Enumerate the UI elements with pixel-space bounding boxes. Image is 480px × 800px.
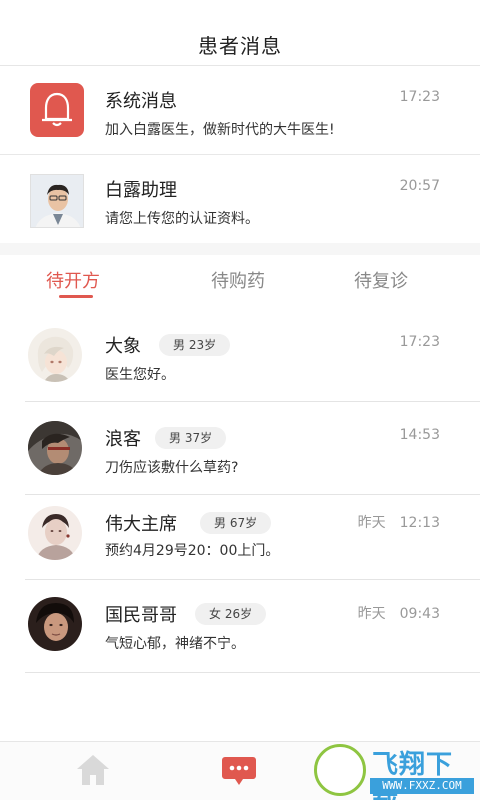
- patient-tabs: 待开方 待购药 待复诊: [0, 255, 480, 305]
- assistant-name: 白露助理: [105, 180, 177, 201]
- tab-pending-prescription[interactable]: 待开方: [46, 267, 100, 293]
- system-message-row[interactable]: 系统消息 加入白露医生，做新时代的大牛医生! 17:23: [0, 67, 480, 155]
- message-day-label: 昨天: [357, 606, 386, 622]
- patient-name: 大象: [105, 336, 141, 357]
- page-title: 患者消息: [198, 34, 282, 58]
- patient-message-preview: 医生您好。: [105, 367, 175, 383]
- watermark-logo: 飞翔下载 WWW.FXXZ.COM: [312, 742, 478, 800]
- system-message-title: 系统消息: [105, 91, 177, 112]
- patient-avatar: [28, 421, 82, 475]
- patient-message-preview: 预约4月29号20：00上门。: [105, 543, 280, 559]
- chat-bubble-icon[interactable]: [220, 754, 258, 788]
- patient-list-item[interactable]: 国民哥哥 女 26岁 昨天 09:43 气短心郁，神绪不宁。: [0, 581, 480, 673]
- bell-icon: [30, 83, 84, 137]
- patient-gender-age-badge: 男 37岁: [155, 427, 227, 449]
- patient-name: 浪客: [105, 429, 141, 450]
- message-time-value: 17:23: [399, 334, 440, 350]
- patient-list-item[interactable]: 大象 男 23岁 17:23 医生您好。: [0, 310, 480, 402]
- patient-name: 伟大主席: [105, 514, 177, 535]
- patient-gender-age-badge: 男 67岁: [200, 512, 272, 534]
- app-header: 患者消息: [0, 0, 480, 66]
- message-time-value: 14:53: [399, 427, 440, 443]
- system-message-preview: 加入白露医生，做新时代的大牛医生!: [105, 122, 335, 138]
- row-divider: [25, 579, 480, 580]
- row-divider: [25, 672, 480, 673]
- active-tab-indicator: [59, 295, 93, 298]
- patient-avatar: [28, 328, 82, 382]
- message-day-label: 昨天: [357, 515, 386, 531]
- tab-pending-followup[interactable]: 待复诊: [354, 267, 408, 293]
- tab-pending-purchase[interactable]: 待购药: [211, 267, 265, 293]
- patient-message-time: 昨天 09:43: [358, 603, 440, 623]
- patient-message-time: 17:23: [400, 334, 440, 350]
- row-divider: [25, 401, 480, 402]
- system-message-time: 17:23: [399, 89, 440, 105]
- row-divider: [25, 494, 480, 495]
- patient-message-time: 14:53: [400, 427, 440, 443]
- section-divider: [0, 243, 480, 255]
- patient-message-time: 昨天 12:13: [358, 512, 440, 532]
- assistant-avatar: [30, 174, 84, 228]
- patient-avatar: [28, 597, 82, 651]
- assistant-message-time: 20:57: [399, 178, 440, 194]
- patient-gender-age-badge: 女 26岁: [195, 603, 267, 625]
- patient-list-item[interactable]: 伟大主席 男 67岁 昨天 12:13 预约4月29号20：00上门。: [0, 496, 480, 580]
- watermark-ring-icon: [314, 744, 366, 796]
- patient-gender-age-badge: 男 23岁: [159, 334, 231, 356]
- assistant-message-row[interactable]: 白露助理 请您上传您的认证资料。 20:57: [0, 156, 480, 244]
- patient-message-preview: 刀伤应该敷什么草药?: [105, 460, 239, 476]
- assistant-message-preview: 请您上传您的认证资料。: [105, 211, 259, 227]
- message-time-value: 12:13: [399, 515, 440, 531]
- watermark-url: WWW.FXXZ.COM: [370, 778, 474, 794]
- home-icon[interactable]: [74, 752, 112, 788]
- patient-message-preview: 气短心郁，神绪不宁。: [105, 636, 245, 652]
- patient-list-item[interactable]: 浪客 男 37岁 14:53 刀伤应该敷什么草药?: [0, 403, 480, 495]
- patient-avatar: [28, 506, 82, 560]
- patient-name: 国民哥哥: [105, 605, 177, 626]
- message-time-value: 09:43: [399, 606, 440, 622]
